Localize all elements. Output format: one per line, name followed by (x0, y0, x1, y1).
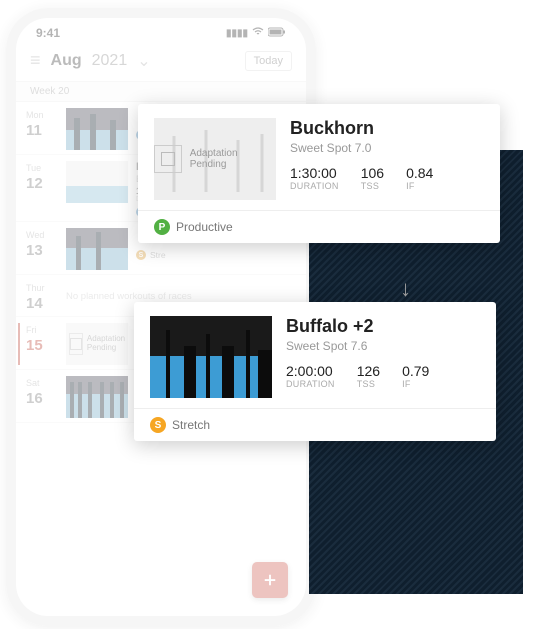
menu-icon[interactable]: ≡ (30, 50, 41, 71)
workout-thumb-adaptation: Adaptation Pending (66, 323, 128, 365)
battery-icon (268, 27, 286, 40)
stretch-badge-icon: S (150, 417, 166, 433)
status-bar: 9:41 ▮▮▮▮ (16, 18, 306, 44)
today-button[interactable]: Today (245, 51, 292, 71)
workout-stats: 1:30:00DURATION 106TSS 0.84IF (290, 165, 484, 191)
wifi-icon (252, 27, 264, 40)
workout-thumb (66, 376, 128, 418)
week-label: Week 20 (16, 81, 306, 102)
status-time: 9:41 (36, 26, 60, 40)
status-badge-text: Productive (176, 220, 233, 234)
adaptation-icon (69, 333, 83, 355)
workout-name: Buckhorn (290, 118, 484, 139)
workout-thumb (66, 108, 128, 150)
status-icons: ▮▮▮▮ (226, 27, 286, 40)
adaptation-icon (154, 145, 182, 173)
year-label: 2021 (92, 52, 128, 70)
workout-thumb (66, 228, 128, 270)
workout-thumb (66, 161, 128, 203)
add-button[interactable] (252, 562, 288, 598)
workout-popup-card[interactable]: Adaptation Pending Buckhorn Sweet Spot 7… (138, 104, 500, 243)
day-number: 11 (26, 122, 42, 139)
chevron-down-icon[interactable]: ⌄ (137, 51, 150, 71)
workout-stats: 2:00:00DURATION 126TSS 0.79IF (286, 363, 480, 389)
workout-name: Buffalo +2 (286, 316, 480, 337)
workout-popup-card[interactable]: Buffalo +2 Sweet Spot 7.6 2:00:00DURATIO… (134, 302, 496, 441)
workout-type: Sweet Spot 7.0 (290, 141, 484, 155)
workout-status-footer: P Productive (138, 210, 500, 243)
productive-badge-icon: P (154, 219, 170, 235)
month-label[interactable]: Aug (51, 52, 82, 70)
arrow-down-icon: ↓ (400, 276, 411, 302)
workout-thumb (150, 316, 272, 398)
plus-icon (261, 571, 279, 589)
signal-icon: ▮▮▮▮ (226, 28, 248, 39)
status-badge-text: Stretch (172, 418, 210, 432)
day-of-week: Mon (26, 110, 44, 120)
workout-thumb-adaptation: Adaptation Pending (154, 118, 276, 200)
calendar-header: ≡ Aug 2021 ⌄ Today (16, 44, 306, 81)
workout-type: Sweet Spot 7.6 (286, 339, 480, 353)
workout-status-footer: S Stretch (134, 408, 496, 441)
status-dot-icon: S (136, 250, 146, 260)
